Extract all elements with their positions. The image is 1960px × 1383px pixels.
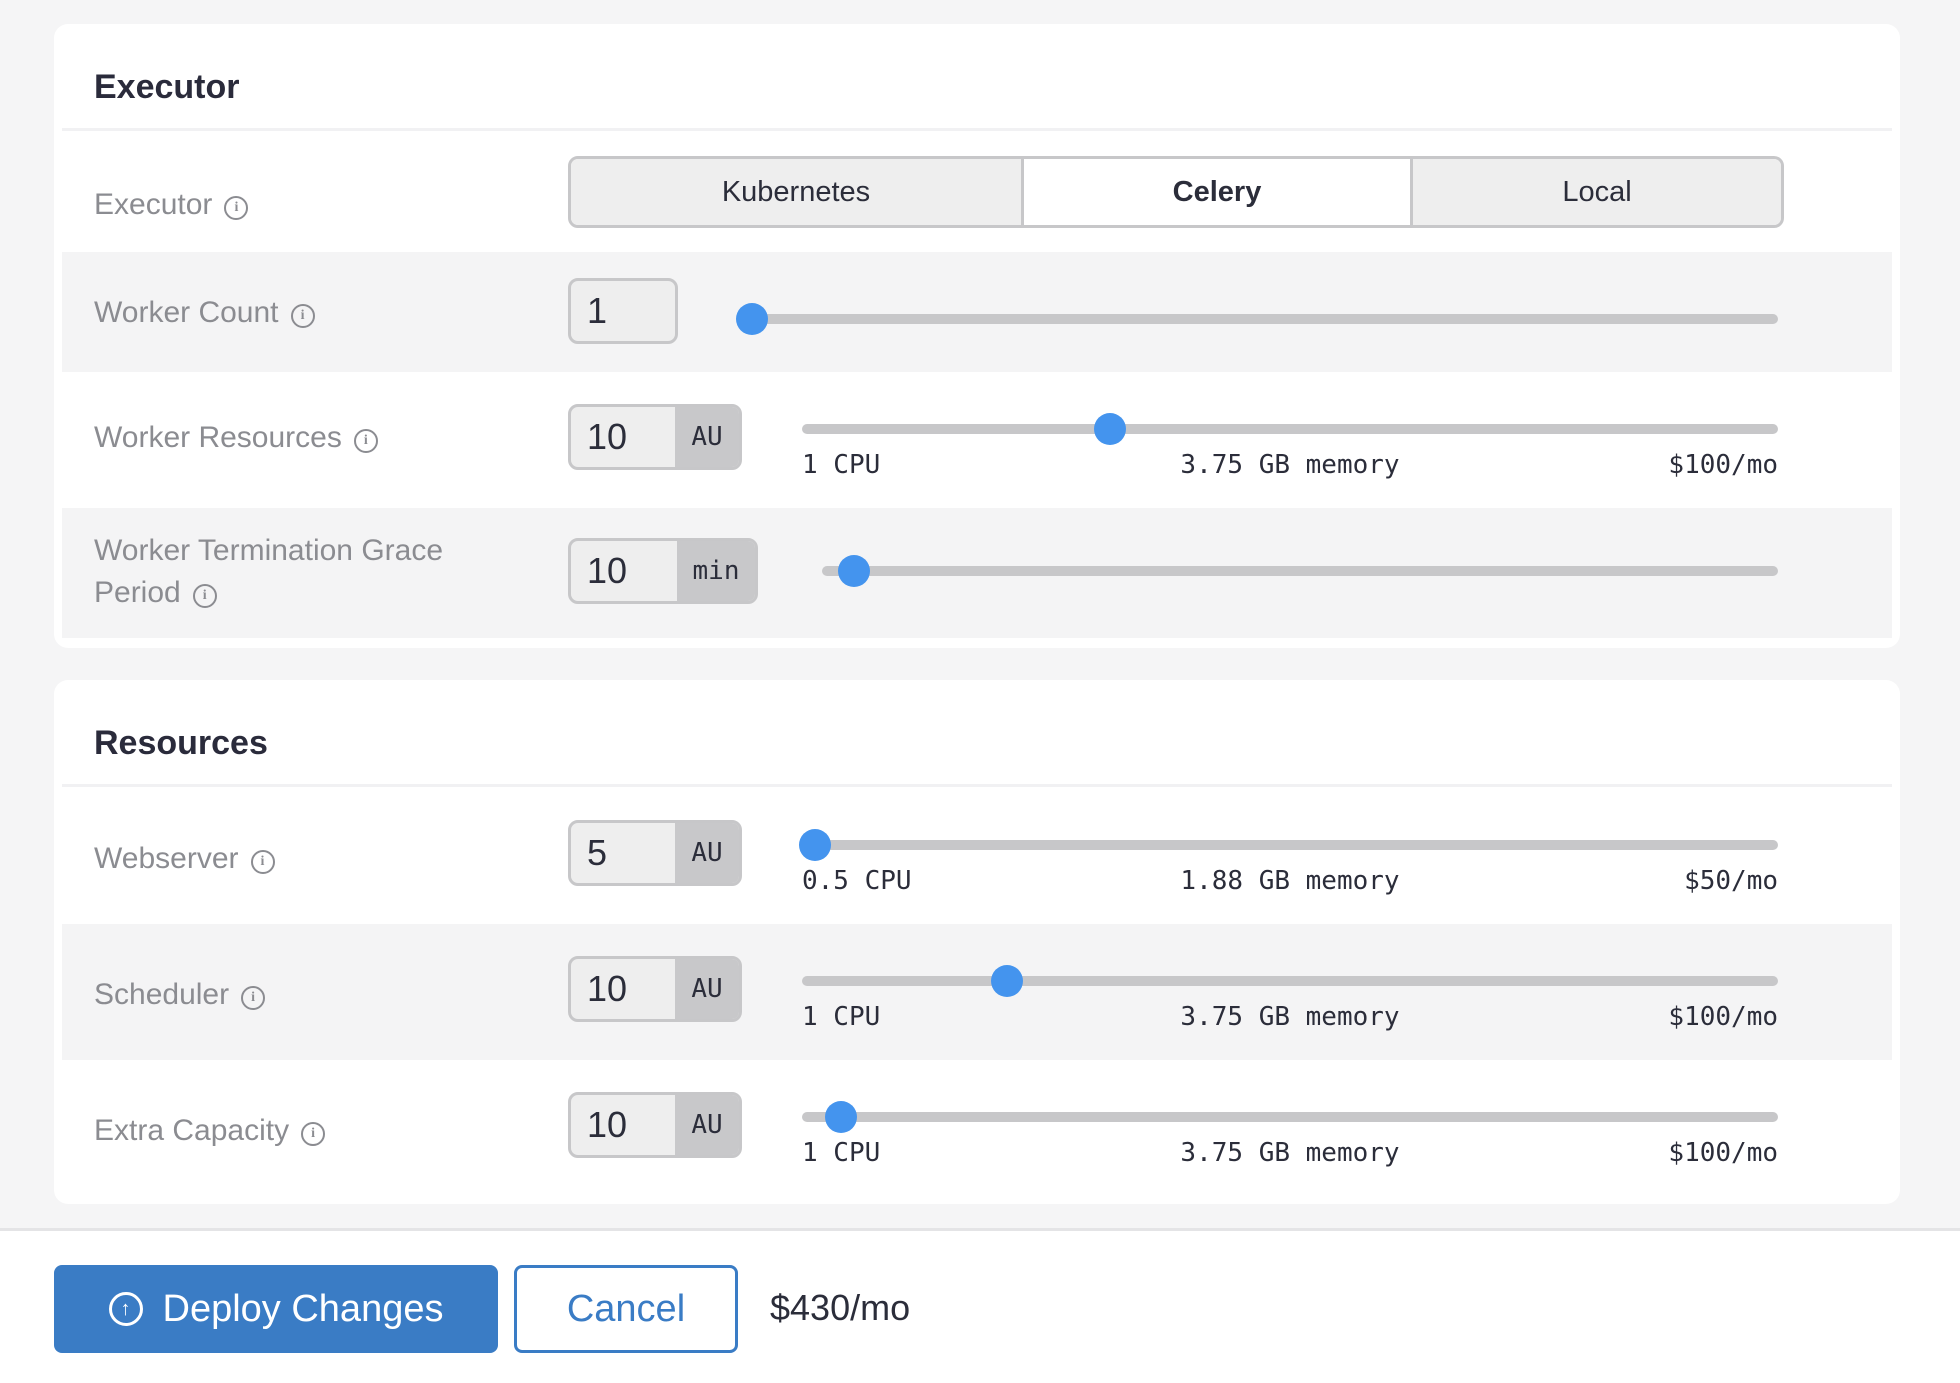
cost-value: $50/mo (1684, 866, 1778, 896)
executor-option-kubernetes[interactable]: Kubernetes (571, 159, 1024, 225)
worker-resources-input[interactable]: 10 AU (568, 404, 742, 470)
grace-period-row: Worker Termination Grace Period i 10 min (62, 508, 1892, 638)
extra-capacity-input[interactable]: 10 AU (568, 1092, 742, 1158)
grace-period-input[interactable]: 10 min (568, 538, 758, 604)
webserver-label: Webserver i (94, 838, 275, 880)
cost-value: $100/mo (1668, 1138, 1778, 1168)
executor-option-local[interactable]: Local (1413, 159, 1781, 225)
slider-handle[interactable] (1094, 413, 1127, 445)
worker-resources-stats: 1 CPU 3.75 GB memory $100/mo (802, 450, 1778, 484)
scheduler-label: Scheduler i (94, 974, 266, 1016)
info-icon[interactable]: i (301, 1122, 326, 1146)
executor-section-title: Executor (94, 68, 240, 106)
memory-value: 3.75 GB memory (1180, 1002, 1400, 1032)
executor-option-celery[interactable]: Celery (1024, 159, 1413, 225)
scheduler-slider[interactable] (802, 965, 1778, 997)
memory-value: 3.75 GB memory (1180, 1138, 1400, 1168)
memory-value: 1.88 GB memory (1180, 866, 1400, 896)
worker-resources-label: Worker Resources i (94, 417, 378, 459)
worker-resources-row: Worker Resources i 10 AU 1 CPU 3.75 GB me… (62, 372, 1892, 508)
deploy-changes-button[interactable]: ↑ Deploy Changes (54, 1265, 498, 1353)
resources-card: Resources Webserver i 5 AU 0.5 CPU 1.88 G… (54, 680, 1900, 1204)
slider-handle[interactable] (798, 829, 831, 861)
grace-period-slider[interactable] (822, 555, 1778, 587)
executor-selector: Kubernetes Celery Local (568, 156, 1784, 228)
scheduler-row: Scheduler i 10 AU 1 CPU 3.75 GB memory $1… (62, 924, 1892, 1060)
webserver-row: Webserver i 5 AU 0.5 CPU 1.88 GB memory $… (62, 788, 1892, 924)
extra-capacity-slider[interactable] (802, 1101, 1778, 1133)
slider-handle[interactable] (837, 555, 870, 587)
info-icon[interactable]: i (192, 584, 217, 608)
info-icon[interactable]: i (241, 986, 266, 1010)
footer-bar: ↑ Deploy Changes Cancel $430/mo (0, 1228, 1960, 1383)
worker-count-slider[interactable] (736, 303, 1778, 335)
cpu-value: 0.5 CPU (802, 866, 912, 896)
worker-count-input[interactable]: 1 (568, 278, 678, 344)
worker-resources-slider[interactable] (802, 413, 1778, 445)
scheduler-stats: 1 CPU 3.75 GB memory $100/mo (802, 1002, 1778, 1036)
scheduler-input[interactable]: 10 AU (568, 956, 742, 1022)
executor-label: Executor i (94, 184, 249, 226)
info-icon[interactable]: i (224, 196, 249, 220)
total-cost: $430/mo (770, 1287, 911, 1328)
executor-card: Executor Executor i Kubernetes Celery Loc… (54, 24, 1900, 648)
info-icon[interactable]: i (290, 304, 315, 328)
extra-capacity-row: Extra Capacity i 10 AU 1 CPU 3.75 GB memo… (62, 1060, 1892, 1196)
worker-count-row: Worker Count i 1 (62, 252, 1892, 372)
cpu-value: 1 CPU (802, 1138, 881, 1168)
extra-capacity-stats: 1 CPU 3.75 GB memory $100/mo (802, 1138, 1778, 1172)
memory-value: 3.75 GB memory (1180, 450, 1400, 480)
info-icon[interactable]: i (250, 850, 275, 874)
cpu-value: 1 CPU (802, 450, 881, 480)
grace-period-label: Worker Termination Grace Period i (94, 534, 444, 609)
resources-section-title: Resources (94, 724, 268, 762)
slider-handle[interactable] (990, 965, 1023, 997)
arrow-up-circle-icon: ↑ (108, 1292, 143, 1326)
cost-value: $100/mo (1668, 450, 1778, 480)
cost-value: $100/mo (1668, 1002, 1778, 1032)
webserver-slider[interactable] (798, 829, 1778, 861)
webserver-stats: 0.5 CPU 1.88 GB memory $50/mo (802, 866, 1778, 900)
webserver-input[interactable]: 5 AU (568, 820, 742, 886)
extra-capacity-label: Extra Capacity i (94, 1110, 326, 1152)
section-divider (62, 128, 1892, 131)
cpu-value: 1 CPU (802, 1002, 881, 1032)
worker-count-label: Worker Count i (94, 292, 315, 334)
cancel-button[interactable]: Cancel (514, 1265, 738, 1353)
info-icon[interactable]: i (353, 429, 378, 453)
slider-handle[interactable] (736, 303, 768, 335)
slider-handle[interactable] (825, 1101, 858, 1133)
section-divider (62, 784, 1892, 787)
executor-row: Executor i Kubernetes Celery Local (62, 134, 1892, 252)
